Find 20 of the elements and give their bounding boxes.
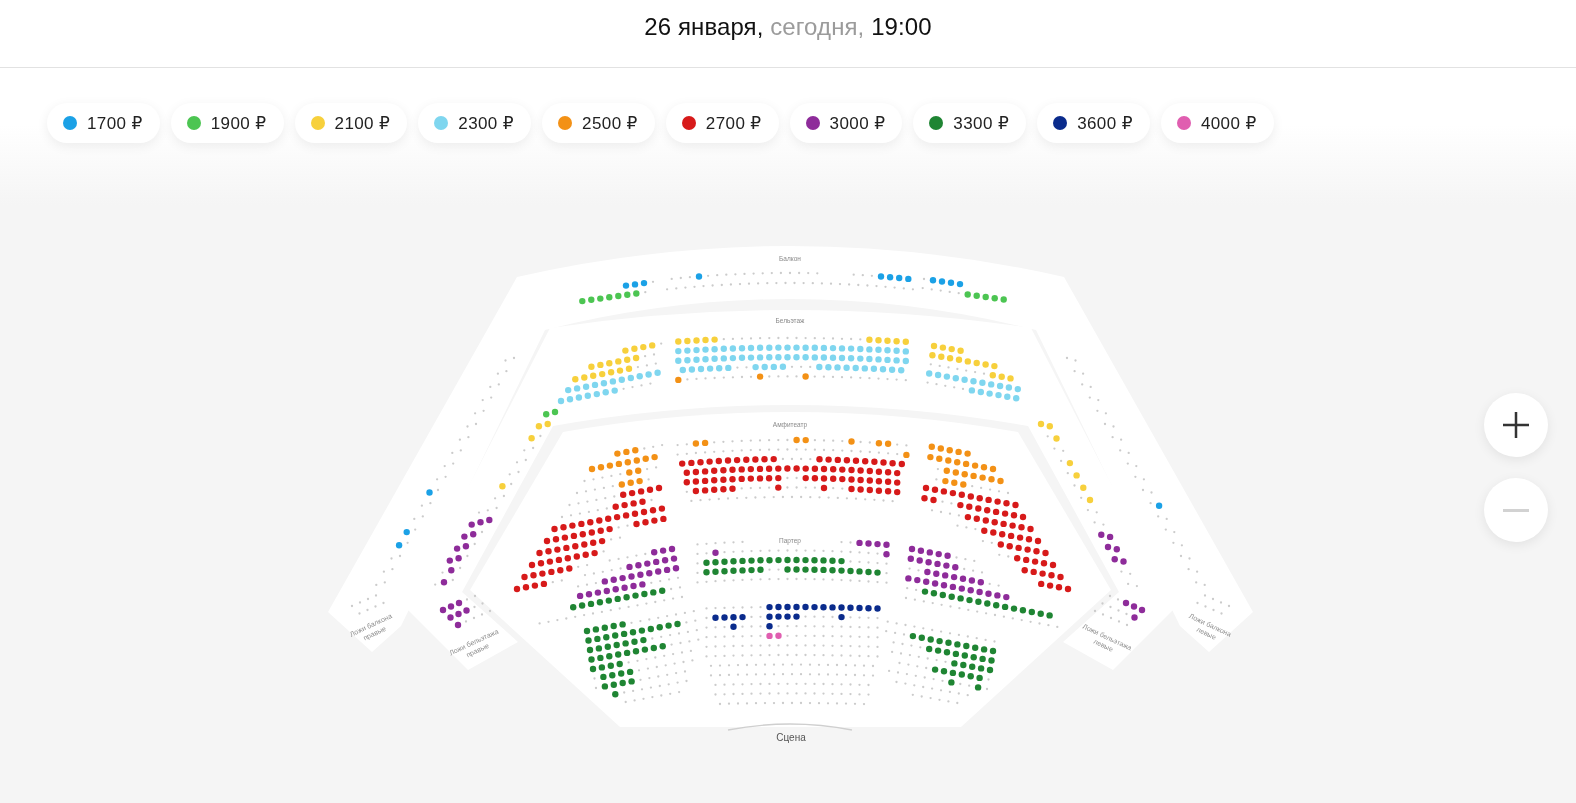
price-filter[interactable]: 1700 ₽ [47, 103, 160, 143]
price-filter[interactable]: 2300 ₽ [418, 103, 532, 143]
seat-group[interactable] [570, 556, 1053, 698]
seat-group[interactable] [588, 373, 1004, 488]
minus-icon [1503, 508, 1529, 512]
seat-group[interactable] [395, 273, 1163, 549]
price-filter[interactable]: 3300 ₽ [913, 103, 1027, 143]
price-filter[interactable]: 2500 ₽ [542, 103, 655, 143]
plus-icon [1503, 412, 1529, 438]
seat-group[interactable] [712, 603, 881, 630]
price-filter[interactable]: 3000 ₽ [789, 103, 903, 143]
price-filter[interactable]: 2700 ₽ [665, 103, 779, 143]
seat-group[interactable] [499, 336, 1094, 504]
seat-group[interactable] [513, 455, 1072, 593]
price-filter[interactable]: 2100 ₽ [294, 103, 408, 143]
price-filter[interactable]: 4000 ₽ [1160, 103, 1274, 143]
price-filter[interactable]: 3600 ₽ [1037, 103, 1150, 143]
session-datetime: 26 января, сегодня, 19:00 [644, 13, 932, 41]
stage-label: Сцена [776, 732, 806, 743]
price-filter[interactable]: 1900 ₽ [170, 103, 284, 143]
